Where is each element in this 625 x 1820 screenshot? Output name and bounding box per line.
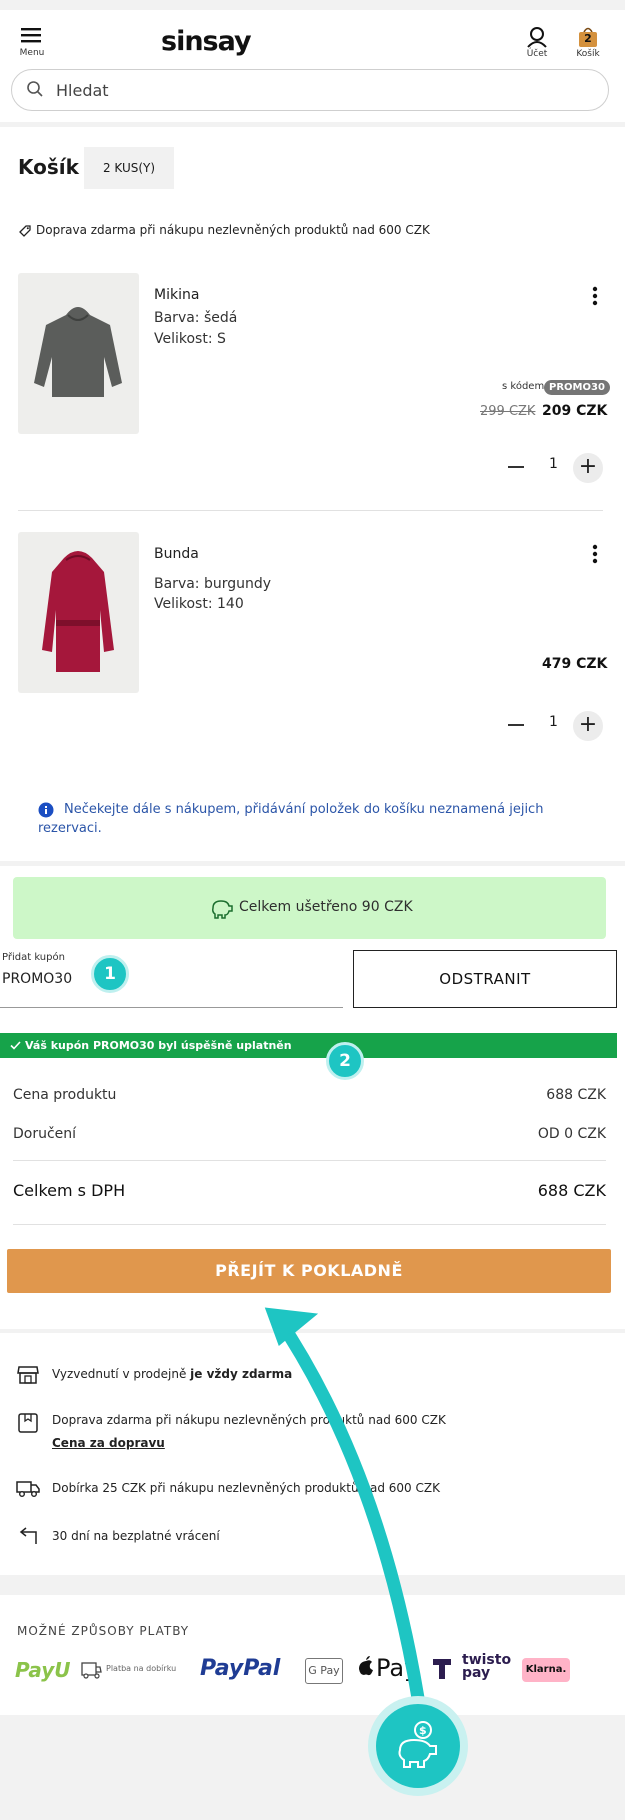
product-size: Velikost: 140	[154, 596, 244, 612]
increase-qty-button[interactable]: +	[573, 711, 603, 741]
search-bar[interactable]: Hledat	[11, 69, 609, 111]
delivery-value: OD 0 CZK	[537, 1126, 606, 1142]
item-divider	[18, 510, 603, 511]
user-icon	[527, 27, 547, 48]
payu-logo: PayU	[15, 1658, 71, 1682]
check-icon	[10, 1041, 21, 1050]
free-shipping-note: Doprava zdarma při nákupu nezlevněných p…	[36, 223, 430, 237]
cart-button[interactable]: 2	[576, 26, 600, 48]
perk-free-shipping: Doprava zdarma při nákupu nezlevněných p…	[52, 1413, 446, 1427]
checkout-button[interactable]: PŘEJÍT K POKLADNĚ	[7, 1249, 611, 1293]
more-options-icon[interactable]	[592, 544, 598, 564]
total-value: 688 CZK	[537, 1181, 606, 1200]
step-marker-1: 1	[91, 955, 129, 993]
account-label: Účet	[526, 49, 548, 59]
reservation-info: Nečekejte dále s nákupem, přidávání polo…	[38, 802, 544, 836]
package-icon	[18, 1413, 38, 1433]
payment-methods-title: MOŽNÉ ZPŮSOBY PLATBY	[17, 1624, 190, 1638]
product-image[interactable]	[18, 273, 139, 434]
search-input[interactable]: Hledat	[56, 81, 109, 100]
quantity-value[interactable]: 1	[549, 456, 558, 472]
return-icon	[19, 1527, 37, 1544]
store-icon	[17, 1366, 39, 1384]
menu-label: Menu	[19, 48, 45, 58]
cart-title: Košík	[18, 155, 79, 179]
delivery-label: Doručení	[13, 1126, 77, 1142]
sinsay-logo[interactable]: sinsay	[161, 26, 252, 57]
product-color: Barva: šedá	[154, 310, 238, 326]
increase-qty-button[interactable]: +	[573, 453, 603, 483]
perk-pickup: Vyzvednutí v prodejně je vždy zdarma	[52, 1367, 292, 1381]
summary-divider	[13, 1160, 606, 1161]
promo-code-label: s kódem	[502, 381, 545, 392]
hamburger-icon	[21, 28, 41, 43]
product-price: 209 CZK	[542, 403, 608, 419]
more-options-icon[interactable]	[592, 286, 598, 306]
perk-pickup-text: Vyzvednutí v prodejně	[52, 1367, 187, 1381]
savings-text: Celkem ušetřeno 90 CZK	[239, 899, 413, 915]
truck-icon	[16, 1481, 40, 1497]
summary-divider	[13, 1224, 606, 1225]
coupon-success-text: Váš kupón PROMO30 byl úspěšně uplatněn	[25, 1039, 292, 1052]
cart-item: Mikina Barva: šedá Velikost: S s kódem P…	[0, 270, 625, 510]
shipping-price-link[interactable]: Cena za dopravu	[52, 1436, 165, 1450]
savings-banner: Celkem ušetřeno 90 CZK	[13, 877, 606, 939]
apple-pay-logo: Pay	[376, 1654, 419, 1682]
quantity-value[interactable]: 1	[549, 714, 558, 730]
product-price-value: 688 CZK	[546, 1087, 606, 1103]
remove-coupon-button[interactable]: ODSTRANIT	[353, 950, 617, 1008]
piggy-bank-icon	[212, 900, 233, 919]
product-name[interactable]: Bunda	[154, 546, 199, 562]
paypal-logo: PayPal	[200, 1656, 281, 1681]
svg-text:$: $	[419, 1724, 427, 1737]
coupon-input-underline	[0, 1007, 343, 1008]
product-name[interactable]: Mikina	[154, 287, 199, 303]
google-pay-logo: G Pay	[305, 1658, 343, 1684]
decrease-qty-button[interactable]	[508, 466, 524, 468]
search-icon	[27, 81, 43, 97]
grey-hoodie-image	[34, 307, 122, 397]
cod-label: Platba na dobírku	[106, 1664, 177, 1673]
coupon-input[interactable]: PROMO30	[2, 971, 72, 987]
piggy-bank-coin-icon: $	[398, 1721, 437, 1768]
tag-icon	[19, 225, 31, 237]
decrease-qty-button[interactable]	[508, 724, 524, 726]
old-price: 299 CZK	[480, 404, 536, 419]
cart-label: Košík	[576, 49, 600, 59]
product-image[interactable]	[18, 532, 139, 693]
perk-cod: Dobírka 25 CZK při nákupu nezlevněných p…	[52, 1481, 440, 1495]
piggy-bank-badge: $	[368, 1696, 468, 1796]
cart-item: Bunda Barva: burgundy Velikost: 140 479 …	[0, 528, 625, 768]
twisto-icon	[433, 1659, 451, 1679]
klarna-logo: Klarna.	[522, 1658, 570, 1682]
promo-code-badge: PROMO30	[544, 380, 610, 395]
coupon-success-banner: Váš kupón PROMO30 byl úspěšně uplatněn	[0, 1033, 617, 1058]
perk-returns: 30 dní na bezplatné vrácení	[52, 1529, 220, 1543]
perk-pickup-bold: je vždy zdarma	[190, 1367, 293, 1381]
cart-page: Menu sinsay Účet 2 Košík Hledat Košík 2 …	[0, 0, 625, 1820]
cart-item-count: 2 KUS(Y)	[84, 147, 174, 189]
cash-on-delivery-icon	[81, 1662, 102, 1679]
product-color: Barva: burgundy	[154, 576, 272, 592]
total-label: Celkem s DPH	[13, 1181, 126, 1200]
step-marker-2: 2	[326, 1042, 364, 1080]
burgundy-jacket-image	[42, 551, 114, 672]
twisto-logo: twisto pay	[462, 1652, 512, 1681]
product-price: 479 CZK	[542, 656, 608, 672]
coupon-label: Přidat kupón	[2, 952, 65, 963]
cart-count-badge: 2	[584, 32, 592, 45]
payment-section	[0, 1595, 625, 1715]
apple-icon	[359, 1656, 373, 1676]
product-size: Velikost: S	[154, 331, 226, 347]
menu-button[interactable]	[20, 26, 44, 48]
product-price-label: Cena produktu	[13, 1087, 117, 1103]
